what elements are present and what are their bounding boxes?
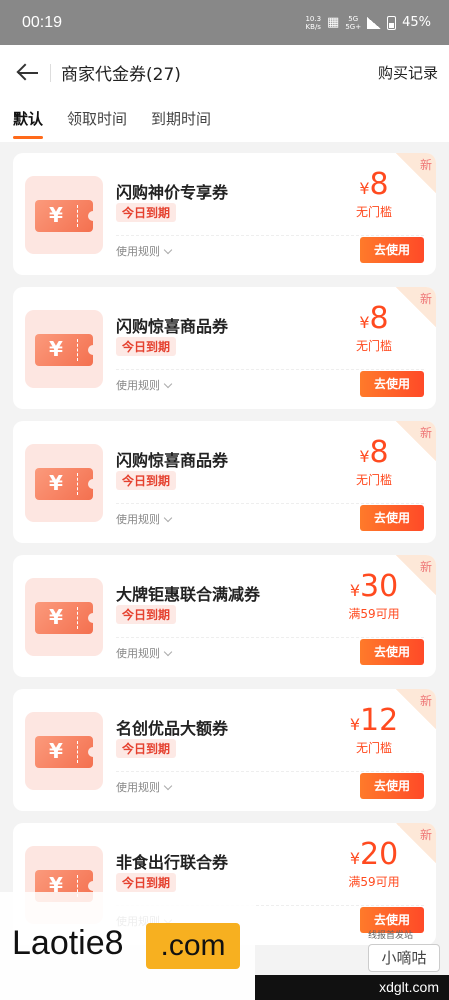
new-corner-badge: 新 xyxy=(396,287,436,327)
page-header: 商家代金券(27) 购买记录 xyxy=(0,45,449,100)
coupon-name: 闪购神价专享券 xyxy=(116,183,229,202)
coupon-name: 非食出行联合券 xyxy=(116,853,229,872)
tab-expire-time[interactable]: 到期时间 xyxy=(151,100,211,142)
coupon-card: ¥ 闪购惊喜商品券 今日到期 使用规则 ¥8 无门槛 去使用 新 xyxy=(13,287,436,409)
new-corner-badge: 新 xyxy=(396,555,436,595)
chevron-down-icon xyxy=(163,781,173,790)
card-divider xyxy=(116,771,424,772)
usage-rules-toggle[interactable]: 使用规则 xyxy=(116,511,173,527)
usage-rules-toggle[interactable]: 使用规则 xyxy=(116,243,173,259)
status-icons: 10.3 KB/s ▦ 5G 5G+ 45% xyxy=(305,15,431,31)
coupon-thumbnail: ¥ xyxy=(25,176,103,254)
tab-claim-time[interactable]: 领取时间 xyxy=(67,100,127,142)
coupon-thumbnail: ¥ xyxy=(25,578,103,656)
coupon-condition: 无门槛 xyxy=(355,741,392,755)
nfc-icon: ▦ xyxy=(327,15,340,30)
tab-default[interactable]: 默认 xyxy=(13,100,44,142)
purchase-records-link[interactable]: 购买记录 xyxy=(378,62,438,83)
use-coupon-button[interactable]: 去使用 xyxy=(360,237,424,263)
coupon-value: 8 xyxy=(369,301,389,336)
status-bar: 00:19 10.3 KB/s ▦ 5G 5G+ 45% xyxy=(0,0,449,45)
coupon-ticket-icon: ¥ xyxy=(35,468,98,500)
watermark-logo: 小嘀咕 xyxy=(368,944,440,972)
watermark-domain-badge: .com xyxy=(146,923,240,969)
watermark-brand: Laotie8 xyxy=(12,924,124,962)
coupon-value: 12 xyxy=(360,703,399,738)
status-time: 00:19 xyxy=(22,13,63,31)
expire-badge: 今日到期 xyxy=(116,471,177,490)
chevron-down-icon xyxy=(163,647,173,656)
network-type: 5G 5G+ xyxy=(345,14,362,31)
page-title: 商家代金券(27) xyxy=(61,65,181,85)
coupon-name: 大牌钜惠联合满减券 xyxy=(116,585,261,604)
card-divider xyxy=(116,235,424,236)
usage-rules-toggle[interactable]: 使用规则 xyxy=(116,377,173,393)
coupon-condition: 满59可用 xyxy=(348,607,400,621)
watermark-note: 线报首发站 xyxy=(368,931,414,941)
coupon-value: 30 xyxy=(360,569,399,604)
watermark-site: xdglt.com xyxy=(255,975,449,1000)
coupon-ticket-icon: ¥ xyxy=(35,334,98,366)
coupon-condition: 无门槛 xyxy=(355,205,392,219)
coupon-card: ¥ 闪购惊喜商品券 今日到期 使用规则 ¥8 无门槛 去使用 新 xyxy=(13,421,436,543)
use-coupon-button[interactable]: 去使用 xyxy=(360,773,424,799)
header-divider xyxy=(50,63,51,82)
card-divider xyxy=(116,369,424,370)
coupon-value: 8 xyxy=(369,435,389,470)
coupon-condition: 无门槛 xyxy=(355,339,392,353)
usage-rules-toggle[interactable]: 使用规则 xyxy=(116,779,173,795)
network-speed: 10.3 KB/s xyxy=(305,14,322,31)
coupon-condition: 无门槛 xyxy=(355,473,392,487)
coupon-ticket-icon: ¥ xyxy=(35,736,98,768)
signal-icon xyxy=(367,16,382,29)
coupon-card: ¥ 大牌钜惠联合满减券 今日到期 使用规则 ¥30 满59可用 去使用 新 xyxy=(13,555,436,677)
card-divider xyxy=(116,637,424,638)
coupon-ticket-icon: ¥ xyxy=(35,602,98,634)
coupon-name: 闪购惊喜商品券 xyxy=(116,451,229,470)
new-corner-badge: 新 xyxy=(396,689,436,729)
expire-badge: 今日到期 xyxy=(116,337,177,356)
coupon-list: ¥ 闪购神价专享券 今日到期 使用规则 ¥8 无门槛 去使用 新 ¥ 闪购惊喜商… xyxy=(13,153,436,957)
coupon-name: 闪购惊喜商品券 xyxy=(116,317,229,336)
coupon-value: 20 xyxy=(360,837,399,872)
back-arrow-icon[interactable] xyxy=(16,63,40,83)
coupon-card: ¥ 闪购神价专享券 今日到期 使用规则 ¥8 无门槛 去使用 新 xyxy=(13,153,436,275)
use-coupon-button[interactable]: 去使用 xyxy=(360,639,424,665)
use-coupon-button[interactable]: 去使用 xyxy=(360,371,424,397)
coupon-name: 名创优品大额券 xyxy=(116,719,229,738)
chevron-down-icon xyxy=(163,379,173,388)
coupon-thumbnail: ¥ xyxy=(25,310,103,388)
usage-rules-toggle[interactable]: 使用规则 xyxy=(116,645,173,661)
new-corner-badge: 新 xyxy=(396,153,436,193)
expire-badge: 今日到期 xyxy=(116,873,177,892)
coupon-value: 8 xyxy=(369,167,389,202)
coupon-thumbnail: ¥ xyxy=(25,712,103,790)
coupon-condition: 满59可用 xyxy=(348,875,400,889)
new-corner-badge: 新 xyxy=(396,823,436,863)
chevron-down-icon xyxy=(163,245,173,254)
expire-badge: 今日到期 xyxy=(116,605,177,624)
coupon-card: ¥ 名创优品大额券 今日到期 使用规则 ¥12 无门槛 去使用 新 xyxy=(13,689,436,811)
expire-badge: 今日到期 xyxy=(116,203,177,222)
new-corner-badge: 新 xyxy=(396,421,436,461)
chevron-down-icon xyxy=(163,513,173,522)
card-divider xyxy=(116,503,424,504)
use-coupon-button[interactable]: 去使用 xyxy=(360,505,424,531)
coupon-ticket-icon: ¥ xyxy=(35,200,98,232)
sort-tabs: 默认 领取时间 到期时间 xyxy=(0,100,449,142)
expire-badge: 今日到期 xyxy=(116,739,177,758)
battery-icon xyxy=(387,15,397,30)
coupon-thumbnail: ¥ xyxy=(25,444,103,522)
battery-level: 45% xyxy=(402,15,431,30)
